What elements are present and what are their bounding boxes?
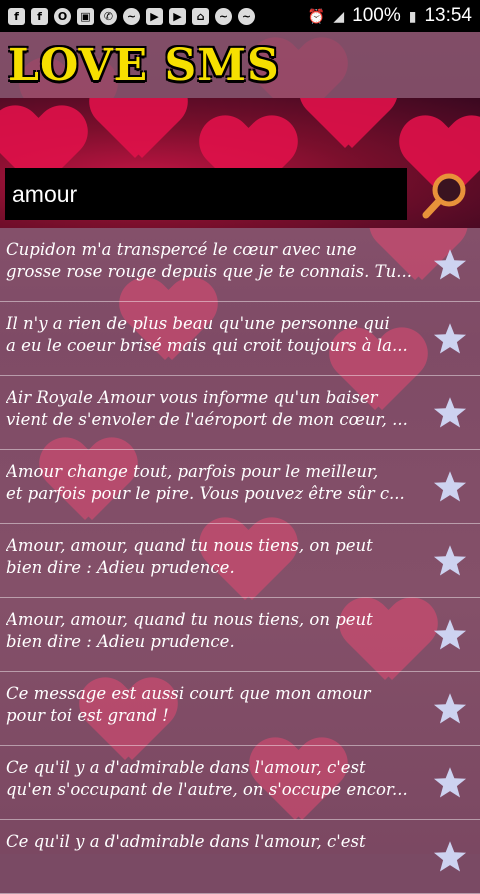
app-header: LOVE SMS: [0, 32, 480, 98]
signal-icon: ◢: [333, 7, 345, 24]
message-preview: Amour change tout, parfois pour le meill…: [6, 462, 405, 503]
list-item[interactable]: Il n'y a rien de plus beau qu'une person…: [0, 302, 480, 376]
message-list: Cupidon m'a transpercé le cœur avec une …: [0, 228, 480, 894]
message-preview: Air Royale Amour vous informe qu'un bais…: [6, 388, 408, 429]
heart-decoration: [90, 98, 180, 168]
status-right: ⏰ ◢ 100% ▮ 13:54: [308, 5, 472, 27]
favorite-star-icon[interactable]: [432, 247, 468, 283]
status-bar: f f O ▣ ✆ ~ ▶ ▶ ⌂ ~ ~ ⏰ ◢ 100% ▮ 13:54: [0, 0, 480, 32]
list-item[interactable]: Amour change tout, parfois pour le meill…: [0, 450, 480, 524]
list-item[interactable]: Amour, amour, quand tu nous tiens, on pe…: [0, 598, 480, 672]
favorite-star-icon[interactable]: [432, 469, 468, 505]
list-item[interactable]: Air Royale Amour vous informe qu'un bais…: [0, 376, 480, 450]
battery-level: 100%: [352, 5, 401, 26]
favorite-star-icon[interactable]: [432, 691, 468, 727]
message-preview: Il n'y a rien de plus beau qu'une person…: [6, 314, 408, 355]
youtube-icon: ▶: [169, 7, 186, 25]
favorite-star-icon[interactable]: [432, 765, 468, 801]
youtube-icon: ▶: [146, 7, 163, 25]
list-item[interactable]: Ce qu'il y a d'admirable dans l'amour, c…: [0, 820, 480, 894]
facebook-icon: f: [8, 7, 25, 25]
message-preview: Amour, amour, quand tu nous tiens, on pe…: [6, 610, 373, 651]
list-item[interactable]: Ce message est aussi court que mon amour…: [0, 672, 480, 746]
heart-decoration: [300, 98, 390, 158]
message-preview: Ce qu'il y a d'admirable dans l'amour, c…: [6, 832, 366, 851]
list-item[interactable]: Cupidon m'a transpercé le cœur avec une …: [0, 228, 480, 302]
home-icon: ⌂: [192, 7, 209, 25]
search-button[interactable]: [418, 170, 472, 220]
whatsapp-icon: ✆: [100, 7, 117, 25]
battery-icon: ▮: [408, 7, 417, 24]
list-item[interactable]: Amour, amour, quand tu nous tiens, on pe…: [0, 524, 480, 598]
search-bar: [0, 168, 480, 224]
alarm-icon: ⏰: [307, 7, 326, 24]
opera-icon: O: [54, 7, 71, 25]
clock: 13:54: [424, 5, 472, 26]
messenger-icon: ~: [238, 7, 255, 25]
message-preview: Ce message est aussi court que mon amour…: [6, 684, 371, 725]
messenger-icon: ~: [215, 7, 232, 25]
search-input[interactable]: [5, 168, 407, 220]
notification-icons: f f O ▣ ✆ ~ ▶ ▶ ⌂ ~ ~: [8, 7, 255, 25]
message-preview: Ce qu'il y a d'admirable dans l'amour, c…: [6, 758, 408, 799]
messenger-icon: ~: [123, 7, 140, 25]
app-logo-title: LOVE SMS: [8, 39, 280, 91]
message-preview: Cupidon m'a transpercé le cœur avec une …: [6, 240, 412, 281]
favorite-star-icon[interactable]: [432, 839, 468, 875]
list-item[interactable]: Ce qu'il y a d'admirable dans l'amour, c…: [0, 746, 480, 820]
gallery-icon: ▣: [77, 7, 94, 25]
favorite-star-icon[interactable]: [432, 543, 468, 579]
favorite-star-icon[interactable]: [432, 395, 468, 431]
magnifier-icon: [422, 173, 466, 219]
favorite-star-icon[interactable]: [432, 321, 468, 357]
message-preview: Amour, amour, quand tu nous tiens, on pe…: [6, 536, 373, 577]
facebook-messenger-icon: f: [31, 7, 48, 25]
favorite-star-icon[interactable]: [432, 617, 468, 653]
